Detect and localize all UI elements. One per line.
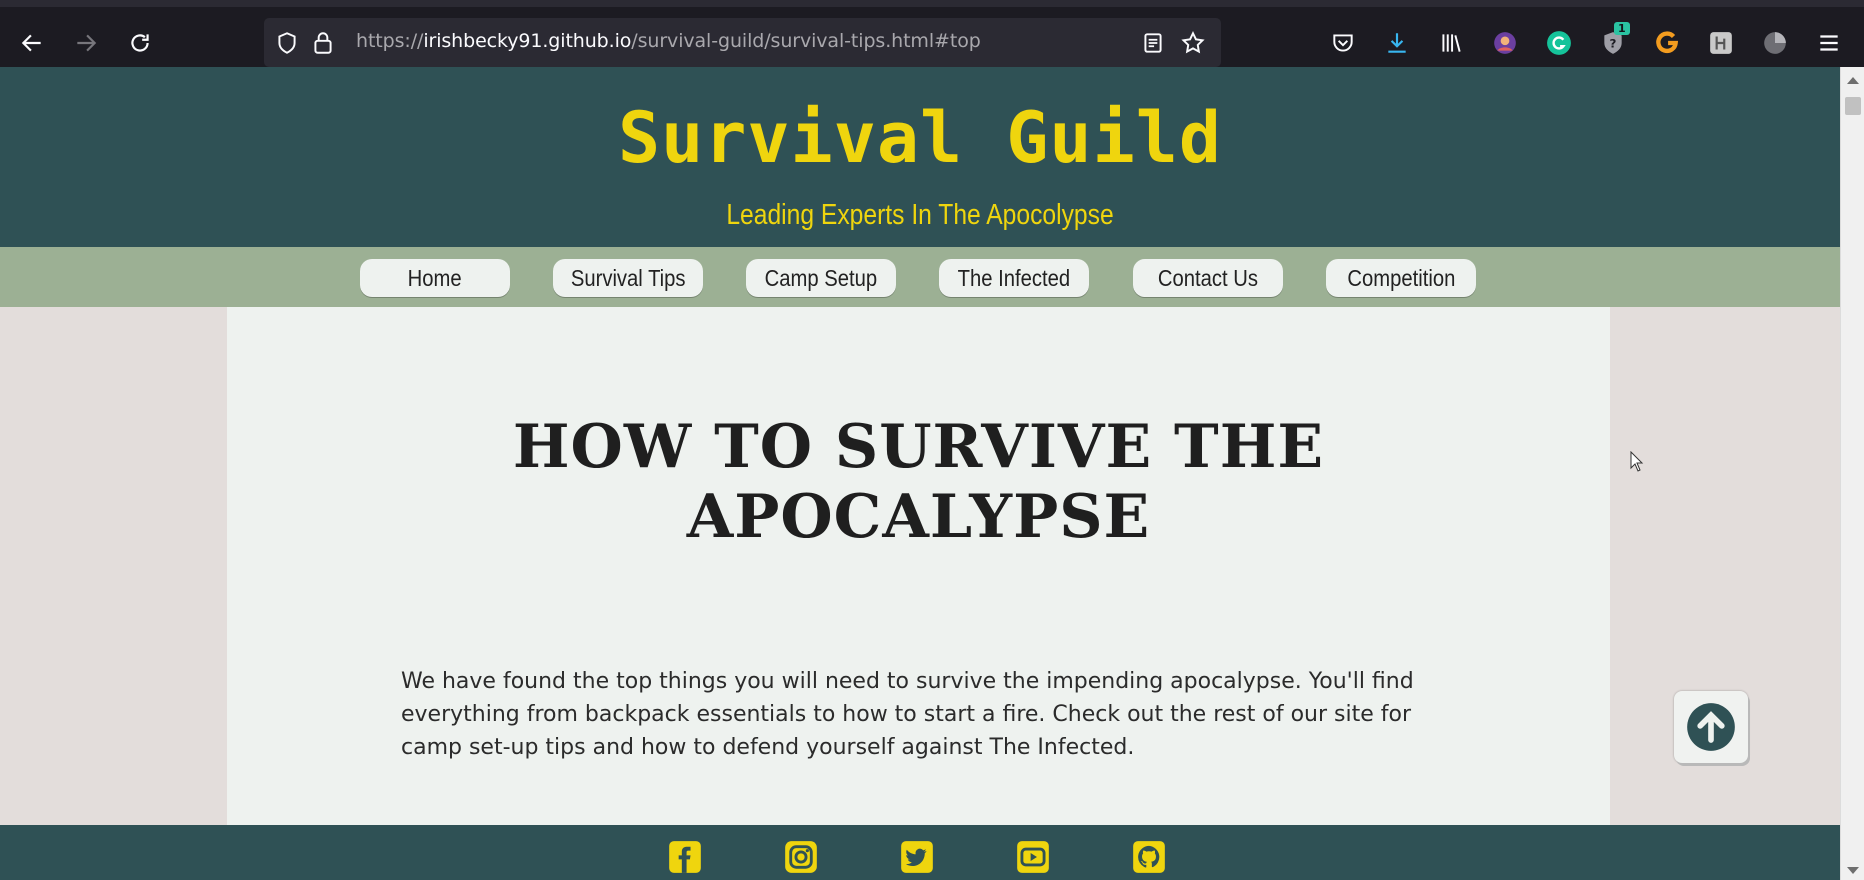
youtube-icon[interactable] <box>1014 838 1052 876</box>
url-text[interactable]: https://irishbecky91.github.io/survival-… <box>356 30 981 52</box>
back-to-top-button[interactable] <box>1674 691 1748 763</box>
nav-competition[interactable]: Competition <box>1326 259 1476 297</box>
downloads-icon[interactable] <box>1382 28 1412 58</box>
privacy-extension-icon[interactable]: ? 1 <box>1598 22 1630 58</box>
lock-icon[interactable] <box>310 30 336 56</box>
nav-survival-tips[interactable]: Survival Tips <box>553 259 703 297</box>
nav-home-label: Home <box>407 264 462 291</box>
forward-button[interactable] <box>66 23 106 63</box>
browser-toolbar: https://irishbecky91.github.io/survival-… <box>0 0 1864 67</box>
reload-button[interactable] <box>120 23 160 63</box>
hamburger-menu-icon[interactable] <box>1814 28 1844 58</box>
mouse-cursor-icon <box>1630 451 1644 472</box>
address-bar[interactable]: https://irishbecky91.github.io/survival-… <box>264 18 1221 67</box>
back-button[interactable] <box>12 23 52 63</box>
site-tagline: Leading Experts In The Apocolypse <box>726 199 1114 231</box>
page-heading-line1: HOW TO SURVIVE THE <box>512 412 1325 482</box>
forward-arrow-icon <box>77 34 97 52</box>
shield-icon[interactable] <box>274 30 300 56</box>
site-footer <box>0 825 1840 880</box>
pie-extension-icon[interactable] <box>1760 28 1790 58</box>
vertical-scrollbar[interactable] <box>1840 67 1864 880</box>
nav-camp-setup[interactable]: Camp Setup <box>746 259 896 297</box>
page-heading-line2: APOCALYPSE <box>686 482 1151 552</box>
extension-badge: 1 <box>1614 22 1630 35</box>
g-extension-icon[interactable] <box>1652 28 1682 58</box>
scroll-down-arrow-icon[interactable] <box>1847 867 1859 874</box>
url-path: /survival-guild/survival-tips.html#top <box>631 30 981 52</box>
nav-camp-setup-label: Camp Setup <box>764 264 878 291</box>
site-title: Survival Guild <box>617 97 1222 179</box>
main-content: HOW TO SURVIVE THE APOCALYPSE We have fo… <box>227 307 1610 880</box>
scroll-thumb[interactable] <box>1845 97 1861 115</box>
reload-icon <box>131 34 149 52</box>
page-heading: HOW TO SURVIVE THE APOCALYPSE <box>227 412 1610 552</box>
nav-the-infected[interactable]: The Infected <box>939 259 1089 297</box>
arrow-up-circle-icon <box>1687 703 1735 751</box>
intro-paragraph: We have found the top things you will ne… <box>401 669 1414 760</box>
text-extension-icon[interactable] <box>1706 28 1736 58</box>
bookmark-star-icon[interactable] <box>1180 30 1206 56</box>
instagram-icon[interactable] <box>782 838 820 876</box>
main-navigation: Home Survival Tips Camp Setup The Infect… <box>0 247 1840 307</box>
url-host: irishbecky91.github.io <box>423 30 632 52</box>
url-scheme: https:// <box>356 30 424 52</box>
grammarly-icon[interactable] <box>1544 28 1574 58</box>
reader-view-icon[interactable] <box>1140 30 1166 56</box>
profile-extension-icon[interactable] <box>1490 28 1520 58</box>
twitter-icon[interactable] <box>898 838 936 876</box>
library-icon[interactable] <box>1436 28 1466 58</box>
nav-contact-us-label: Contact Us <box>1157 264 1259 291</box>
scroll-up-arrow-icon[interactable] <box>1847 77 1859 84</box>
github-icon[interactable] <box>1130 838 1168 876</box>
nav-survival-tips-label: Survival Tips <box>570 264 686 291</box>
facebook-icon[interactable] <box>666 838 704 876</box>
nav-home[interactable]: Home <box>360 259 510 297</box>
pocket-icon[interactable] <box>1328 28 1358 58</box>
nav-the-infected-label: The Infected <box>957 264 1071 291</box>
site-header: Survival Guild Leading Experts In The Ap… <box>0 67 1840 247</box>
svg-text:?: ? <box>1610 36 1617 50</box>
nav-competition-label: Competition <box>1346 264 1455 291</box>
back-arrow-icon <box>21 34 41 52</box>
nav-contact-us[interactable]: Contact Us <box>1133 259 1283 297</box>
page-viewport: Survival Guild Leading Experts In The Ap… <box>0 67 1840 880</box>
